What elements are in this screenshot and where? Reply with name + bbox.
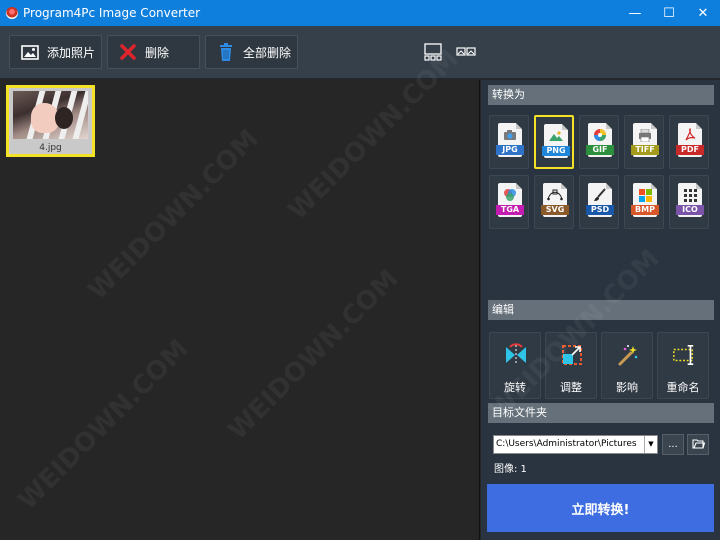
format-pdf-button[interactable]: PDF [669,115,709,169]
large-thumbnail-view-icon[interactable] [423,42,443,62]
chevron-down-icon[interactable]: ▼ [644,436,657,453]
delete-all-button[interactable]: 全部删除 [205,35,298,69]
options-pane: 转换为 JPG PNG GIF TIFF PDF TGA SVG PSD BMP ICO 编辑 旋… [481,80,720,540]
maximize-button[interactable]: ☐ [652,0,686,26]
resize-icon [560,343,584,367]
brush-icon [592,188,608,202]
format-tiff-button[interactable]: TIFF [624,115,664,169]
minimize-button[interactable]: — [618,0,652,26]
folder-icon [691,438,705,452]
close-button[interactable]: ✕ [686,0,720,26]
format-label: SVG [541,205,569,215]
file-doc-icon: PNG [542,124,570,158]
format-label: TIFF [631,145,659,155]
delete-all-label: 全部删除 [243,45,292,60]
format-svg-button[interactable]: SVG [534,175,574,229]
rename-label: 重命名 [666,381,700,394]
gif-color-wheel-icon [592,128,608,142]
magic-wand-icon [616,343,640,367]
file-doc-icon: PDF [676,123,704,157]
file-doc-icon: TIFF [631,123,659,157]
image-thumbnail[interactable]: 4.jpg [6,85,95,157]
file-doc-icon: BMP [631,183,659,217]
image-list-pane[interactable]: 4.jpg WEIDOWN.COM WEIDOWN.COM WEIDOWN.CO… [0,44,480,540]
file-doc-icon: JPG [496,123,524,157]
image-icon [548,129,564,143]
format-ico-button[interactable]: ICO [669,175,709,229]
printer-icon [637,128,653,142]
format-label: PSD [586,205,614,215]
file-doc-icon: SVG [541,183,569,217]
app-logo-icon [6,7,18,19]
rename-icon [672,343,696,367]
target-folder-heading: 目标文件夹 [488,403,714,423]
window-title: Program4Pc Image Converter [23,6,201,20]
rotate-label: 旋转 [504,381,526,394]
image-count: 图像: 1 [494,464,527,475]
effects-label: 影响 [616,381,638,394]
format-label: JPG [496,145,524,155]
file-doc-icon: ICO [676,183,704,217]
edit-heading: 编辑 [488,300,714,320]
convert-to-heading: 转换为 [488,85,714,105]
format-jpg-button[interactable]: JPG [489,115,529,169]
file-doc-icon: GIF [586,123,614,157]
open-folder-button[interactable] [687,434,709,455]
thumbnail-image [13,91,88,139]
delete-button[interactable]: 删除 [107,35,200,69]
format-label: TGA [496,205,524,215]
format-label: PNG [542,146,570,156]
image-icon [20,42,40,62]
format-psd-button[interactable]: PSD [579,175,619,229]
target-folder-select[interactable]: C:\Users\Administrator\Pictures ▼ [493,435,658,454]
format-label: ICO [676,205,704,215]
format-label: BMP [631,205,659,215]
add-photos-label: 添加照片 [47,45,96,60]
rotate-icon [504,343,528,367]
resize-label: 调整 [560,381,582,394]
small-thumbnail-view-icon[interactable] [456,42,476,62]
watermark: WEIDOWN.COM [222,264,405,446]
trash-icon [216,42,236,62]
toolbar: 添加照片 删除 全部删除 [0,26,720,79]
file-doc-icon: TGA [496,183,524,217]
target-folder-path: C:\Users\Administrator\Pictures [496,439,637,449]
effects-button[interactable]: 影响 [601,332,653,399]
format-label: PDF [676,145,704,155]
app-window: Program4Pc Image Converter — ☐ ✕ 添加照片 删除… [0,0,720,540]
file-doc-icon: PSD [586,183,614,217]
rgb-circles-icon [502,188,518,202]
watermark: WEIDOWN.COM [12,334,195,516]
delete-label: 删除 [145,45,170,60]
icon-grid-icon [682,188,698,202]
title-bar: Program4Pc Image Converter — ☐ ✕ [0,0,720,26]
windows-icon [637,188,653,202]
convert-now-button[interactable]: 立即转换! [487,484,714,532]
vector-pen-icon [547,188,563,202]
thumbnail-filename: 4.jpg [9,142,92,154]
add-photos-button[interactable]: 添加照片 [9,35,102,69]
delete-x-icon [118,42,138,62]
rename-button[interactable]: 重命名 [657,332,709,399]
resize-button[interactable]: 调整 [545,332,597,399]
format-tga-button[interactable]: TGA [489,175,529,229]
format-png-button[interactable]: PNG [534,115,574,169]
format-bmp-button[interactable]: BMP [624,175,664,229]
watermark: WEIDOWN.COM [82,124,265,306]
format-gif-button[interactable]: GIF [579,115,619,169]
rotate-button[interactable]: 旋转 [489,332,541,399]
browse-button[interactable]: ... [662,434,684,455]
camera-icon [502,128,518,142]
pdf-icon [682,128,698,142]
format-label: GIF [586,145,614,155]
